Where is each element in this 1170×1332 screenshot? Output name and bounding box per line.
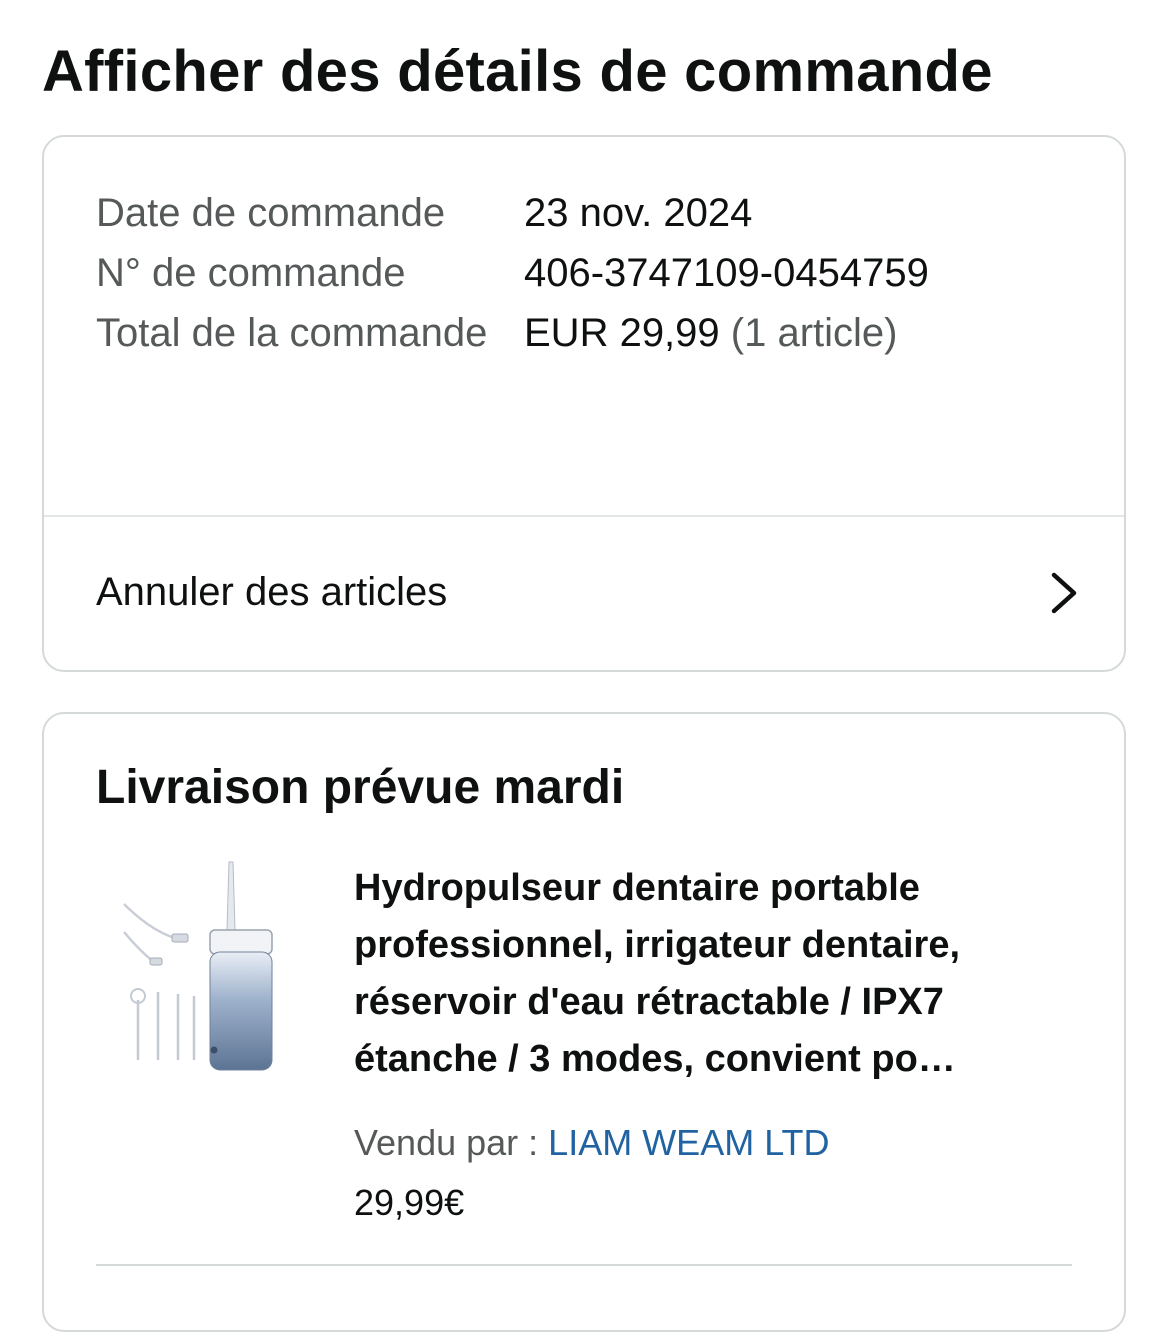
page-title: Afficher des détails de commande [42, 39, 993, 104]
water-flosser-product-image[interactable] [114, 854, 286, 1074]
order-date-value: 23 nov. 2024 [524, 191, 753, 235]
order-number-row: N° de commande 406-3747109-0454759 [96, 243, 1076, 303]
order-number-label: N° de commande [96, 251, 406, 295]
order-date-label: Date de commande [96, 191, 446, 235]
delivery-card: Livraison prévue mardi Hydropulseur dent… [42, 712, 1126, 1332]
order-date-row: Date de commande 23 nov. 2024 [96, 183, 1076, 243]
order-number-value: 406-3747109-0454759 [524, 251, 929, 295]
product-title-link[interactable]: Hydropulseur dentaire portable professio… [354, 860, 1074, 1088]
order-item-count: (1 article) [730, 311, 898, 355]
product-info: Hydropulseur dentaire portable professio… [354, 860, 1074, 1233]
order-total-value: EUR 29,99 [524, 311, 720, 355]
delivery-title: Livraison prévue mardi [96, 761, 625, 814]
order-summary-details: Date de commande 23 nov. 2024 N° de comm… [96, 183, 1076, 363]
seller-line: Vendu par : LIAM WEAM LTD [354, 1113, 1074, 1173]
cancel-items-row[interactable]: Annuler des articles [44, 517, 1124, 672]
order-total-value-wrap: EUR 29,99 (1 article) [524, 303, 1076, 363]
delivery-divider [96, 1264, 1072, 1266]
seller-name-link[interactable]: LIAM WEAM LTD [548, 1122, 829, 1163]
order-total-label: Total de la commande [96, 311, 488, 355]
seller-label: Vendu par : [354, 1122, 539, 1163]
order-summary-card: Date de commande 23 nov. 2024 N° de comm… [42, 135, 1126, 672]
product-price: 29,99€ [354, 1182, 465, 1223]
cancel-items-label: Annuler des articles [96, 570, 448, 614]
order-total-row: Total de la commande EUR 29,99 (1 articl… [96, 303, 1076, 363]
chevron-right-icon [1051, 572, 1077, 614]
